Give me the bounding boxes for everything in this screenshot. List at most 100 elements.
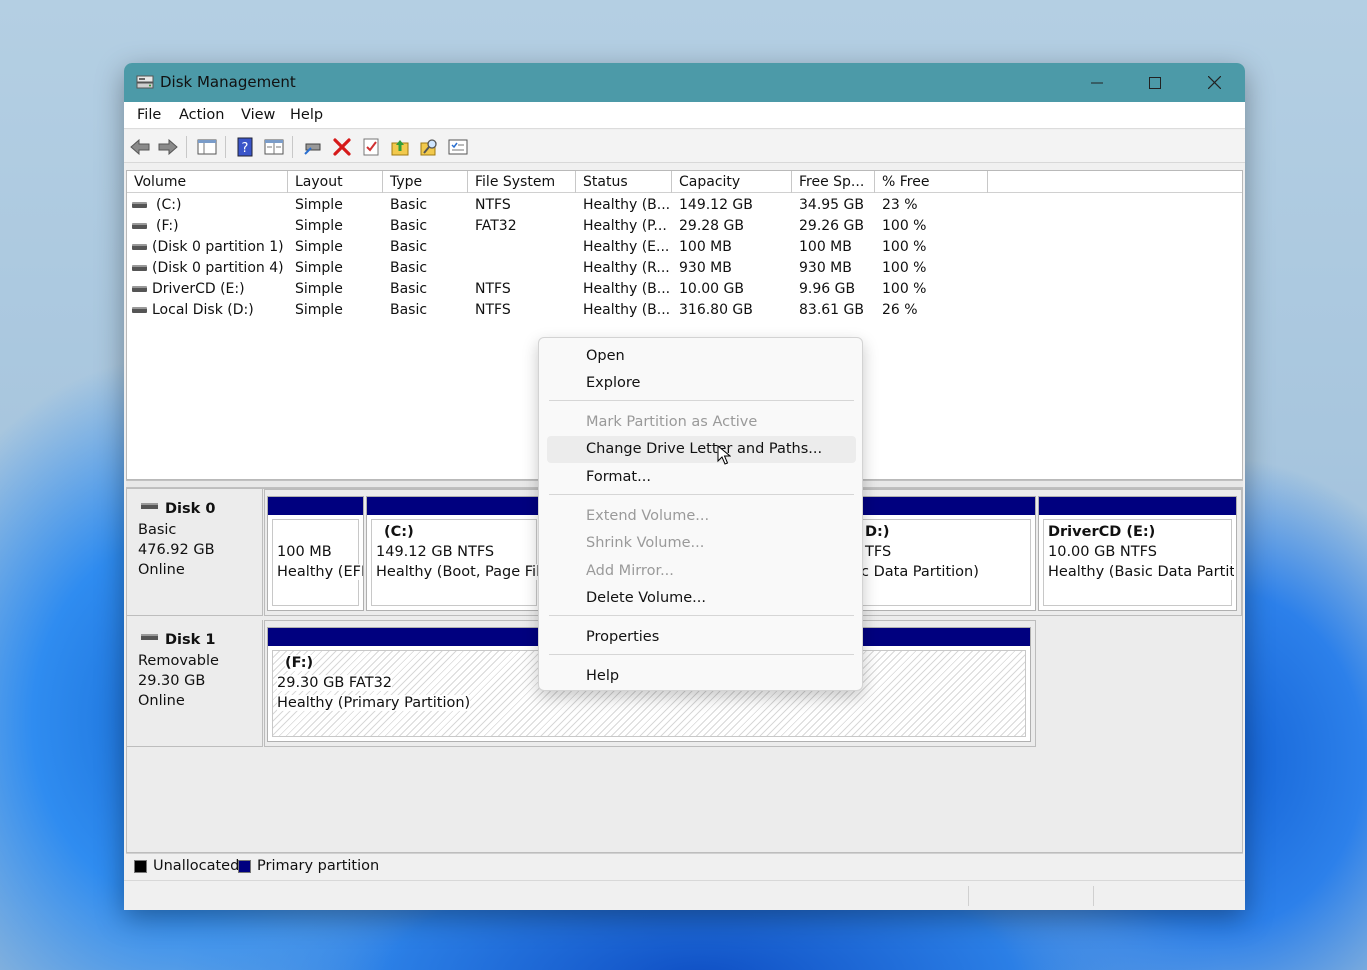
menu-open[interactable]: Open (547, 343, 856, 370)
volume-row[interactable]: DriverCD (E:) Simple Basic NTFS Healthy … (127, 279, 1242, 300)
maximize-button[interactable] (1126, 63, 1184, 102)
volume-name: Local Disk (D:) (152, 302, 254, 318)
volume-capacity: 316.80 GB (679, 302, 753, 318)
volume-type: Basic (390, 260, 428, 276)
partition-c[interactable]: (C:) 149.12 GB NTFS Healthy (Boot, Page … (366, 496, 542, 611)
menu-format[interactable]: Format... (547, 464, 856, 491)
maximize-icon (1149, 76, 1161, 89)
up-folder-button[interactable] (389, 136, 411, 158)
properties-view-button[interactable] (263, 136, 285, 158)
help-book-icon: ? (237, 137, 253, 157)
volume-row[interactable]: Local Disk (D:) Simple Basic NTFS Health… (127, 300, 1242, 321)
disk-1-info[interactable]: Disk 1 Removable 29.30 GB Online (127, 620, 263, 747)
checklist-window-icon (448, 139, 468, 155)
show-hide-console-tree-button[interactable] (196, 136, 218, 158)
disk-drive-icon (141, 503, 158, 509)
volume-capacity: 10.00 GB (679, 281, 744, 297)
menu-delete-volume[interactable]: Delete Volume... (547, 585, 856, 612)
volume-row[interactable]: (C:) Simple Basic NTFS Healthy (B... 149… (127, 195, 1242, 216)
disk-0-info[interactable]: Disk 0 Basic 476.92 GB Online (127, 489, 263, 616)
delete-button[interactable] (331, 136, 353, 158)
menu-help[interactable]: Help (290, 107, 323, 123)
search-folder-button[interactable] (418, 136, 440, 158)
volume-drive-icon (132, 286, 147, 292)
volume-type: Basic (390, 218, 428, 234)
column-percent-free[interactable]: % Free (875, 171, 988, 193)
volume-type: Basic (390, 239, 428, 255)
volume-row[interactable]: (Disk 0 partition 1) Simple Basic Health… (127, 237, 1242, 258)
back-button[interactable] (129, 136, 151, 158)
menu-separator (549, 494, 854, 495)
check-disk-button[interactable] (360, 136, 382, 158)
folder-up-icon (391, 140, 409, 156)
volume-name: DriverCD (E:) (152, 281, 245, 297)
connect-drive-button[interactable] (302, 136, 324, 158)
volume-status: Healthy (B... (583, 302, 671, 318)
volume-file-system: NTFS (475, 281, 511, 297)
legend-unallocated: Unallocated (153, 858, 240, 874)
volume-drive-icon (132, 265, 147, 271)
volume-layout: Simple (295, 281, 343, 297)
menu-add-mirror: Add Mirror... (586, 563, 674, 579)
settings-list-button[interactable] (447, 136, 469, 158)
forward-button[interactable] (157, 136, 179, 158)
menu-action[interactable]: Action (179, 107, 224, 123)
volume-file-system: FAT32 (475, 218, 517, 234)
partition-bar (1039, 497, 1236, 515)
volume-free-space: 29.26 GB (799, 218, 864, 234)
column-type[interactable]: Type (383, 171, 468, 193)
menu-bar: File Action View Help (124, 102, 1245, 129)
legend-primary-partition: Primary partition (257, 858, 380, 874)
volume-free-space: 9.96 GB (799, 281, 856, 297)
volume-layout: Simple (295, 197, 343, 213)
column-layout[interactable]: Layout (288, 171, 383, 193)
list-view-icon (264, 139, 284, 155)
partition-label: (C:) (384, 524, 414, 540)
column-capacity[interactable]: Capacity (672, 171, 792, 193)
partition-body: (C:) 149.12 GB NTFS Healthy (Boot, Page … (371, 519, 541, 606)
volume-percent-free: 100 % (882, 281, 927, 297)
disk-size: 29.30 GB (138, 673, 206, 689)
title-bar[interactable]: Disk Management (124, 63, 1245, 102)
window-title: Disk Management (160, 73, 296, 91)
status-separator (968, 886, 969, 906)
menu-change-drive-letter[interactable]: Change Drive Letter and Paths... (547, 436, 856, 463)
partition-e[interactable]: DriverCD (E:) 10.00 GB NTFS Healthy (Bas… (1038, 496, 1237, 611)
column-file-system[interactable]: File System (468, 171, 576, 193)
partition-efi[interactable]: 100 MB Healthy (EFI (267, 496, 364, 611)
volume-free-space: 100 MB (799, 239, 852, 255)
disk-name: Disk 1 (165, 632, 216, 648)
menu-file[interactable]: File (137, 107, 161, 123)
volume-row[interactable]: (F:) Simple Basic FAT32 Healthy (P... 29… (127, 216, 1242, 237)
partition-status: Healthy (Boot, Page File, (376, 564, 541, 580)
volume-name: (Disk 0 partition 4) (152, 260, 284, 276)
menu-separator (549, 654, 854, 655)
menu-view[interactable]: View (241, 107, 275, 123)
column-volume[interactable]: Volume (127, 171, 288, 193)
help-topics-button[interactable]: ? (234, 136, 256, 158)
menu-explore[interactable]: Explore (547, 370, 856, 397)
volume-row[interactable]: (Disk 0 partition 4) Simple Basic Health… (127, 258, 1242, 279)
menu-help-item[interactable]: Help (547, 663, 856, 690)
volume-status: Healthy (B... (583, 281, 671, 297)
close-button[interactable] (1185, 63, 1243, 102)
partition-size: TFS (865, 544, 892, 560)
volume-status: Healthy (B... (583, 197, 671, 213)
partition-status: Healthy (EFI (277, 564, 364, 580)
volume-name: (Disk 0 partition 1) (152, 239, 284, 255)
console-tree-icon (197, 139, 217, 155)
volume-percent-free: 100 % (882, 218, 927, 234)
partition-size: 10.00 GB NTFS (1048, 544, 1157, 560)
column-free-space[interactable]: Free Sp... (792, 171, 875, 193)
menu-properties[interactable]: Properties (547, 624, 856, 651)
disk-management-app-icon (136, 75, 154, 89)
disk-type: Removable (138, 653, 219, 669)
drive-connect-icon (304, 143, 321, 155)
forward-arrow-icon (158, 139, 178, 155)
volume-layout: Simple (295, 302, 343, 318)
minimize-button[interactable] (1068, 63, 1126, 102)
column-status[interactable]: Status (576, 171, 672, 193)
volume-type: Basic (390, 197, 428, 213)
volume-percent-free: 23 % (882, 197, 918, 213)
volume-type: Basic (390, 281, 428, 297)
